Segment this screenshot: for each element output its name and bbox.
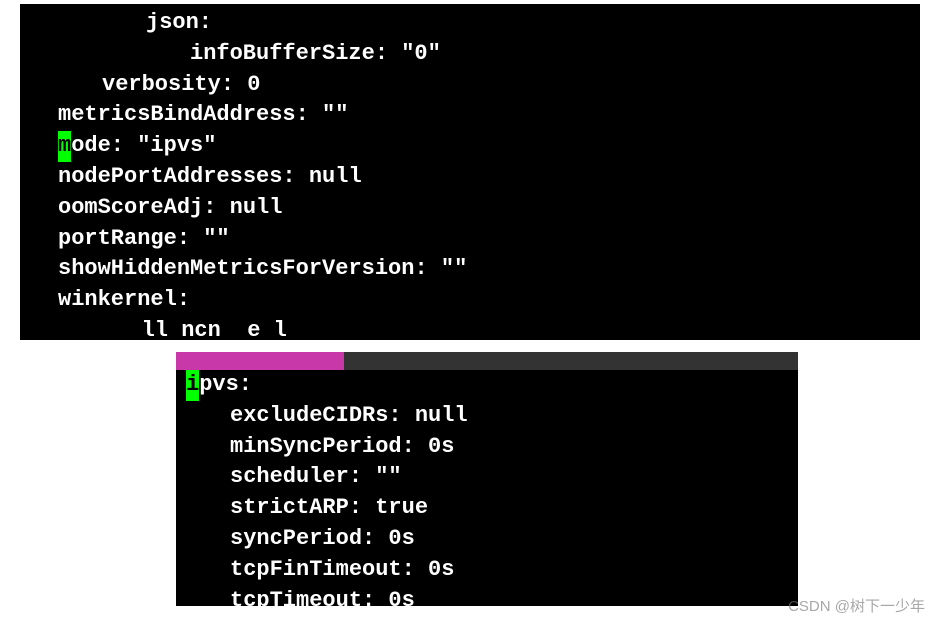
config-line: excludeCIDRs: null [176,401,798,432]
terminal-top: json: infoBufferSize: "0" verbosity: 0 m… [20,4,920,340]
config-line: syncPeriod: 0s [176,524,798,555]
config-line: infoBufferSize: "0" [20,39,920,70]
config-line: portRange: "" [20,224,920,255]
config-text: pvs: [199,372,252,397]
config-line: metricsBindAddress: "" [20,100,920,131]
config-line: json: [20,8,920,39]
cursor-icon: i [186,370,199,401]
config-line-partial: tcpTimeout: 0s [176,586,798,606]
config-line: tcpFinTimeout: 0s [176,555,798,586]
terminal-titlebar [176,352,798,370]
config-line: nodePortAddresses: null [20,162,920,193]
config-line: scheduler: "" [176,462,798,493]
watermark-text: CSDN @树下一少年 [788,595,925,616]
config-line: minSyncPeriod: 0s [176,432,798,463]
config-line: showHiddenMetricsForVersion: "" [20,254,920,285]
config-line-cursor: mode: "ipvs" [20,131,920,162]
config-text: ode: "ipvs" [71,133,216,158]
config-line: strictARP: true [176,493,798,524]
config-line: verbosity: 0 [20,70,920,101]
config-line: oomScoreAdj: null [20,193,920,224]
config-line-cursor: ipvs: [176,370,798,401]
config-line-partial: ll ncn e l [20,316,920,340]
terminal-bottom: ipvs: excludeCIDRs: null minSyncPeriod: … [176,352,798,606]
cursor-icon: m [58,131,71,162]
config-line: winkernel: [20,285,920,316]
